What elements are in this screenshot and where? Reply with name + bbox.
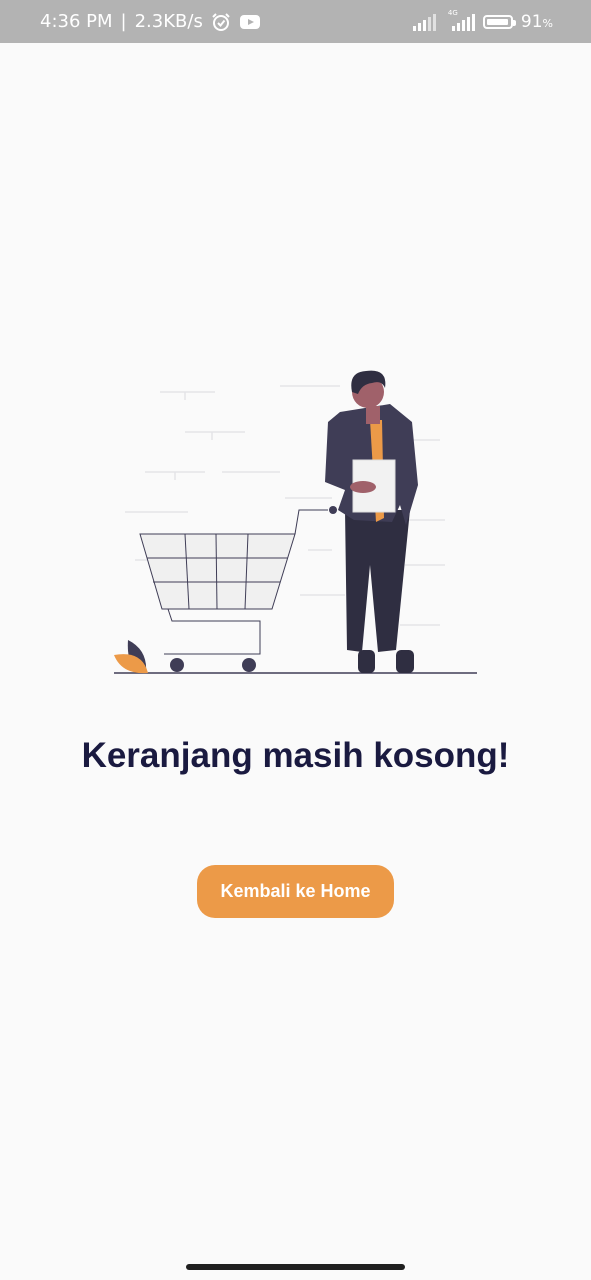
gesture-nav-handle[interactable] (186, 1264, 405, 1270)
cart-wheel-left (170, 658, 184, 672)
signal-icon (412, 13, 436, 31)
battery-percentage: 91% (520, 11, 553, 32)
status-left: 4:36 PM | 2.3KB/s (40, 0, 261, 43)
youtube-icon (239, 14, 261, 30)
shopping-cart (139, 509, 328, 655)
signal-4g-icon: 4G (444, 8, 475, 31)
alarm-icon (211, 12, 231, 32)
network-type-label: 4G (447, 8, 458, 17)
status-right: 4G 91% (412, 0, 553, 43)
status-time: 4:36 PM (40, 11, 113, 32)
empty-cart-illustration (100, 360, 490, 690)
person-figure (325, 370, 418, 673)
cart-wheel-right (242, 658, 256, 672)
empty-cart-title: Keranjang masih kosong! (81, 736, 510, 775)
status-separator: | (120, 11, 127, 32)
battery-icon (482, 14, 516, 29)
cart-handle-knob (329, 506, 337, 514)
status-bar: 4:36 PM | 2.3KB/s 4G 91% (0, 0, 591, 43)
back-to-home-button[interactable]: Kembali ke Home (197, 865, 394, 918)
status-network-speed: 2.3KB/s (134, 11, 203, 32)
